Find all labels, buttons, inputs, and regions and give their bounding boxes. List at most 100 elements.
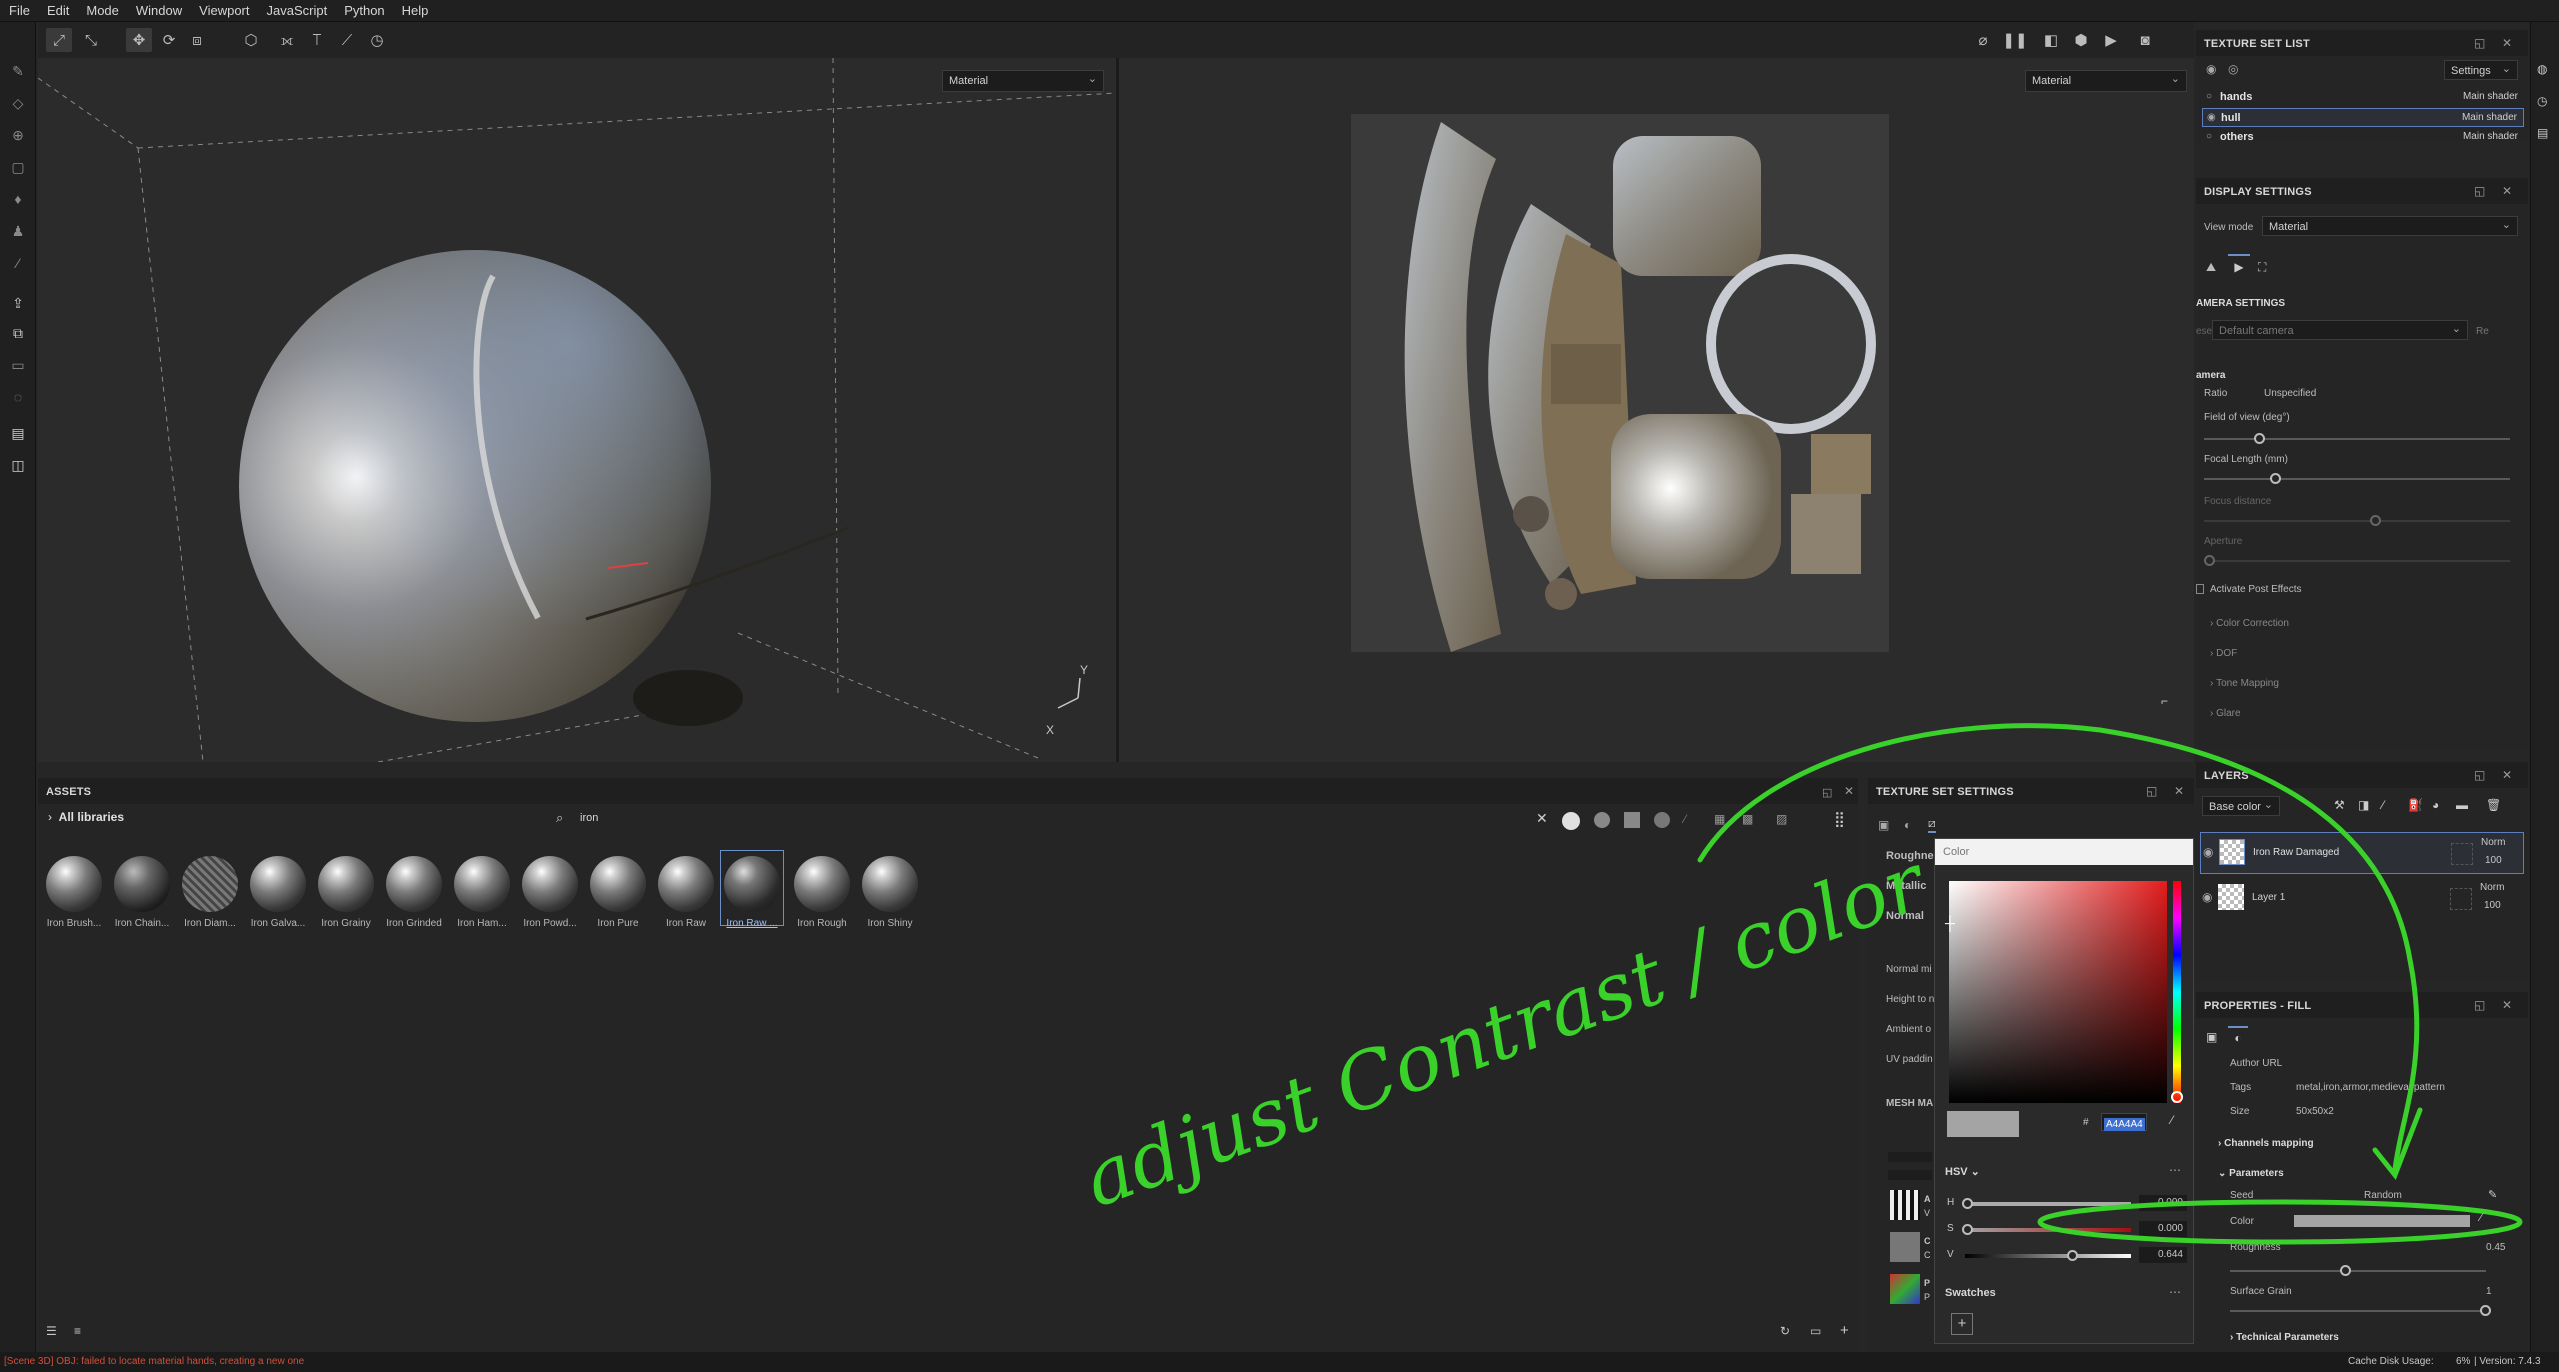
viewport-2d[interactable]: Material ⌐ [1119, 58, 2194, 762]
asset-tile[interactable]: Iron Chain... [110, 856, 174, 929]
roughness-slider[interactable] [2230, 1270, 2486, 1272]
texture-set-hull[interactable]: ◉ hull Main shader [2202, 108, 2524, 127]
bake-icon[interactable]: ⇪ [6, 292, 30, 314]
log-icon[interactable]: ▤ [2537, 126, 2548, 140]
menu-python[interactable]: Python [335, 0, 392, 18]
asset-tile[interactable]: Iron Powd... [518, 856, 582, 929]
tsl-float-icon[interactable]: ◱ [2474, 36, 2485, 50]
paint-brush-icon[interactable]: ✎ [6, 60, 30, 82]
clone-icon[interactable]: ♟ [6, 220, 30, 242]
menu-file[interactable]: File [0, 0, 38, 18]
color-correction-section[interactable]: › Color Correction [2210, 618, 2289, 629]
add-asset-icon[interactable]: + [1840, 1322, 1849, 1339]
filter-list-icon[interactable]: ≡ [74, 1324, 81, 1338]
stack-icon[interactable]: ◫ [6, 454, 30, 476]
tone-mapping-section[interactable]: › Tone Mapping [2210, 678, 2279, 689]
doc-icon[interactable]: ▤ [6, 422, 30, 444]
projection-icon[interactable]: ⊕ [6, 124, 30, 146]
asset-tile-selected[interactable]: Iron Raw ... [720, 850, 784, 929]
symmetry-icon[interactable]: ⤢ [46, 28, 72, 52]
visibility-icon[interactable]: ○ [2206, 91, 2212, 102]
mesh-map-thumb[interactable] [1890, 1274, 1920, 1304]
asset-tile[interactable]: Iron Pure [586, 856, 650, 929]
swatches-options-icon[interactable]: ⋯ [2169, 1285, 2181, 1299]
folder-icon[interactable]: ▭ [1810, 1324, 1821, 1338]
library-tree[interactable]: › All libraries [48, 810, 124, 824]
viewport-3d[interactable]: X Y Material [38, 58, 1116, 762]
visibility-icon[interactable]: ◉ [2207, 112, 2216, 123]
tsl-eye-closed-icon[interactable]: ◉ [2206, 62, 2216, 76]
list-icon[interactable]: ☰ [46, 1324, 57, 1338]
measure-icon[interactable]: ▭ [6, 354, 30, 376]
picker-icon[interactable]: ⁄ [6, 252, 30, 274]
globe-icon[interactable]: ◍ [2537, 62, 2547, 76]
asset-tile[interactable]: Iron Grainy [314, 856, 378, 929]
asset-tile[interactable]: Iron Raw [654, 856, 718, 929]
focal-length-slider[interactable] [2204, 478, 2510, 480]
ds-close-icon[interactable]: ✕ [2502, 184, 2512, 198]
mirror-z-icon[interactable]: ⟋ [334, 28, 360, 52]
tsl-close-icon[interactable]: ✕ [2502, 36, 2512, 50]
history-panel-icon[interactable]: ◷ [2537, 94, 2547, 108]
viewport-3d-mode-select[interactable]: Material [942, 70, 1104, 92]
focal-length-slider-handle[interactable] [2270, 473, 2281, 484]
camera-icon[interactable]: ▶ [2098, 28, 2124, 52]
dof-section[interactable]: › DOF [2210, 648, 2237, 659]
asset-tile[interactable]: Iron Grinded [382, 856, 446, 929]
menu-javascript[interactable]: JavaScript [257, 0, 335, 18]
menu-mode[interactable]: Mode [77, 0, 127, 18]
surface-grain-value[interactable]: 1 [2486, 1286, 2492, 1297]
focus-distance-slider[interactable] [2204, 520, 2510, 522]
hide-icon[interactable]: ⌀ [1970, 28, 1996, 52]
viewport-2d-mode-select[interactable]: Material [2025, 70, 2187, 92]
focus-distance-slider-handle[interactable] [2370, 515, 2381, 526]
tsl-settings-select[interactable]: Settings [2444, 60, 2518, 80]
texture-set-hands[interactable]: ○ hands Main shader [2202, 88, 2524, 107]
surface-grain-slider[interactable] [2230, 1310, 2486, 1312]
eraser-icon[interactable]: ◇ [6, 92, 30, 114]
rotate-icon[interactable]: ⟳ [156, 28, 182, 52]
mirror-y-icon[interactable]: ⟙ [304, 28, 330, 52]
aperture-slider-handle[interactable] [2204, 555, 2215, 566]
camera-preset-select[interactable]: Default camera [2212, 320, 2468, 340]
asset-tile[interactable]: Iron Shiny [858, 856, 922, 929]
technical-parameters-section[interactable]: › Technical Parameters [2230, 1332, 2339, 1343]
menu-viewport[interactable]: Viewport [190, 0, 257, 18]
menu-help[interactable]: Help [393, 0, 437, 18]
asset-tile[interactable]: Iron Brush... [42, 856, 106, 929]
fov-slider[interactable] [2204, 438, 2510, 440]
scale-icon[interactable]: ⧈ [184, 28, 210, 52]
lasso-icon[interactable]: ◌ [6, 386, 30, 408]
mirror-x-icon[interactable]: ⟗ [274, 28, 300, 52]
polygon-fill-icon[interactable]: ⧉ [6, 322, 30, 344]
asset-tile[interactable]: Iron Diam... [178, 856, 242, 929]
smudge-icon[interactable]: ♦ [6, 188, 30, 210]
history-icon[interactable]: ◷ [364, 28, 390, 52]
asset-tile[interactable]: Iron Galva... [246, 856, 310, 929]
tsl-eye-icon[interactable]: ◎ [2228, 62, 2238, 76]
roughness-slider-handle[interactable] [2340, 1265, 2352, 1276]
add-swatch-button[interactable]: + [1951, 1313, 1973, 1335]
visibility-icon[interactable]: ○ [2206, 131, 2212, 142]
move-icon[interactable]: ✥ [126, 28, 152, 52]
asset-tile[interactable]: Iron Ham... [450, 856, 514, 929]
menu-window[interactable]: Window [127, 0, 190, 18]
viewport-tab-icon[interactable]: ⛶ [2258, 260, 2266, 275]
surface-grain-slider-handle[interactable] [2480, 1305, 2491, 1316]
object-icon[interactable]: ⬡ [238, 28, 264, 52]
camera-tab-icon[interactable]: ▶ [2228, 254, 2250, 278]
environment-tab-icon[interactable]: ⛰ [2206, 260, 2216, 275]
texture-set-others[interactable]: ○ others Main shader [2202, 128, 2524, 147]
post-effects-checkbox[interactable] [2196, 584, 2204, 594]
aperture-slider[interactable] [2204, 560, 2510, 562]
cube-view-icon[interactable]: ⬢ [2068, 28, 2094, 52]
geometry-mask-icon[interactable]: ▢ [6, 156, 30, 178]
ds-float-icon[interactable]: ◱ [2474, 184, 2485, 198]
pause-icon[interactable]: ❚❚ [2002, 28, 2028, 52]
fov-slider-handle[interactable] [2254, 433, 2265, 444]
menu-edit[interactable]: Edit [38, 0, 77, 18]
asset-tile[interactable]: Iron Rough [790, 856, 854, 929]
split-view-icon[interactable]: ◧ [2038, 28, 2064, 52]
reset-button[interactable]: Re [2476, 326, 2489, 337]
screenshot-icon[interactable]: ◙ [2132, 28, 2158, 52]
